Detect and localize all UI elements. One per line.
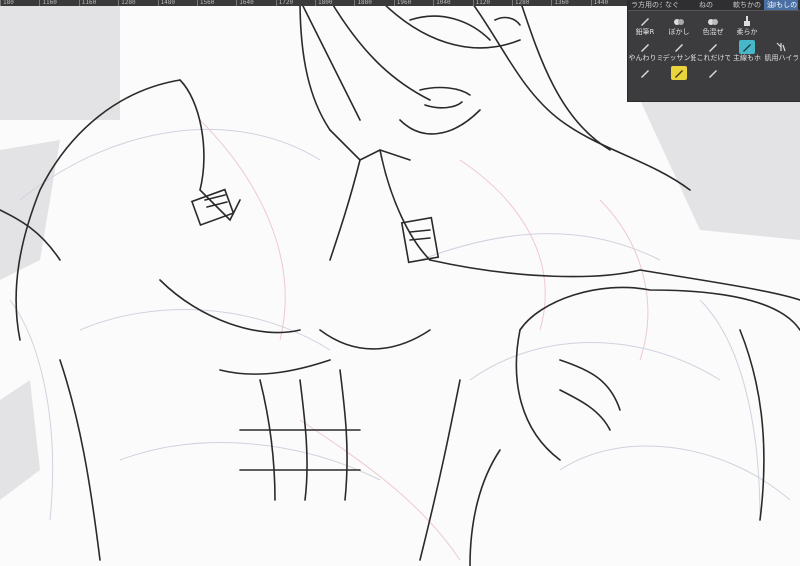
ruler-tick: 1640 bbox=[236, 0, 275, 6]
tool-pen-3[interactable] bbox=[628, 64, 662, 90]
ruler-tick: 1800 bbox=[315, 0, 354, 6]
palette-tab-row: ラ方用のシ なぐ ねの 軟ちかの 油Iもしの bbox=[628, 0, 800, 11]
tool-color-mix[interactable]: 色混ぜ bbox=[696, 12, 730, 38]
tool-soft-brush[interactable]: 柔らか bbox=[730, 12, 764, 38]
ruler-tick: 1360 bbox=[551, 0, 590, 6]
palette-tab[interactable]: 軟ちかの bbox=[730, 0, 764, 10]
pen-icon bbox=[705, 66, 721, 80]
tool-label: 色混ぜ bbox=[702, 28, 724, 36]
tool-pencil-r[interactable]: 鉛筆R bbox=[628, 12, 662, 38]
blur-drops-icon bbox=[671, 14, 687, 28]
sub-tool-palette: ラ方用のシ なぐ ねの 軟ちかの 油Iもしの 鉛筆R ぼかし 色混ぜ 柔らか や… bbox=[627, 0, 800, 102]
tool-empty-slot bbox=[764, 12, 798, 38]
ruler-tick: 1880 bbox=[354, 0, 393, 6]
ruler-tick: 1040 bbox=[433, 0, 472, 6]
ruler-tick: 1720 bbox=[275, 0, 315, 6]
tool-label: 主線もホ bbox=[733, 54, 761, 62]
palette-tab[interactable]: ラ方用のシ bbox=[628, 0, 662, 10]
ruler-tick: 1480 bbox=[157, 0, 197, 6]
tool-label: デッサン鉛筆 bbox=[662, 54, 696, 62]
soft-brush-icon bbox=[739, 14, 755, 28]
palette-tab-active[interactable]: 油Iもしの bbox=[764, 0, 798, 10]
tool-dessin-pencil[interactable]: デッサン鉛筆 bbox=[662, 38, 696, 64]
ruler-tick: 1960 bbox=[393, 0, 433, 6]
canvas-ruler: 180 1160 1160 1280 1480 1560 1640 1720 1… bbox=[0, 0, 630, 6]
ruler-tick: 1160 bbox=[39, 0, 78, 6]
tool-label: 鉛筆R bbox=[635, 28, 655, 36]
brush-set-icon bbox=[773, 40, 789, 54]
sketch-lines-blue bbox=[9, 128, 791, 521]
tool-yellow-highlight[interactable] bbox=[662, 64, 696, 90]
pen-icon bbox=[637, 66, 653, 80]
pen-icon bbox=[705, 40, 721, 54]
palette-tab[interactable]: ねの bbox=[696, 0, 730, 10]
ruler-tick: 180 bbox=[0, 0, 39, 6]
tool-soft-pen[interactable]: やんわりミリ bbox=[628, 38, 662, 64]
sketch-lines-red bbox=[199, 119, 649, 561]
tool-label: 肌用ハイラ bbox=[764, 54, 798, 62]
highlight-pen-icon bbox=[739, 40, 755, 54]
pen-icon bbox=[637, 40, 653, 54]
tool-only-this[interactable]: これだけで! bbox=[696, 38, 730, 64]
color-mix-drops-icon bbox=[705, 14, 721, 28]
tool-label: これだけで! bbox=[696, 54, 730, 62]
tool-label: 柔らか bbox=[736, 28, 758, 36]
tool-label: やんわりミリ bbox=[628, 54, 662, 62]
ruler-tick: 1160 bbox=[78, 0, 118, 6]
tool-pen-5[interactable] bbox=[696, 64, 730, 90]
ruler-tick: 1280 bbox=[118, 0, 157, 6]
ruler-tick: 1280 bbox=[511, 0, 551, 6]
ruler-tick: 1120 bbox=[472, 0, 512, 6]
yellow-highlight-icon bbox=[671, 66, 687, 80]
ruler-tick: 1440 bbox=[590, 0, 630, 6]
pencil-icon bbox=[671, 40, 687, 54]
ruler-tick: 1560 bbox=[196, 0, 236, 6]
palette-tab[interactable]: なぐ bbox=[662, 0, 696, 10]
tool-skin-highlight[interactable]: 肌用ハイラ bbox=[764, 38, 798, 64]
tool-main-line[interactable]: 主線もホ bbox=[730, 38, 764, 64]
tool-blur[interactable]: ぼかし bbox=[662, 12, 696, 38]
tool-label: ぼかし bbox=[668, 28, 690, 36]
pencil-icon bbox=[637, 14, 653, 28]
